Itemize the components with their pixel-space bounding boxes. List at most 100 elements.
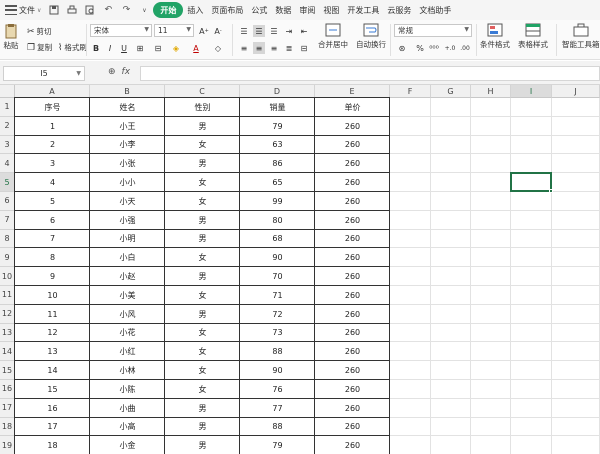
table-cell[interactable]: 男 bbox=[165, 211, 240, 230]
table-cell[interactable]: 小花 bbox=[90, 324, 165, 343]
font-color-icon[interactable]: A bbox=[190, 42, 202, 54]
align-bottom-icon[interactable]: ☰ bbox=[268, 25, 280, 37]
table-cell[interactable]: 13 bbox=[15, 342, 90, 361]
smart-tools-button[interactable]: 智能工具箱 bbox=[562, 23, 600, 50]
table-cell[interactable]: 16 bbox=[15, 399, 90, 418]
row-header-12[interactable]: 12 bbox=[0, 304, 15, 324]
zoom-icon[interactable]: ⊕ bbox=[108, 67, 116, 77]
row-header-16[interactable]: 16 bbox=[0, 380, 15, 399]
table-cell[interactable]: 260 bbox=[315, 324, 390, 343]
row-header-14[interactable]: 14 bbox=[0, 342, 15, 362]
table-cell[interactable]: 小美 bbox=[90, 286, 165, 305]
redo-icon[interactable]: ↷ bbox=[119, 3, 133, 17]
table-cell[interactable]: 260 bbox=[315, 399, 390, 418]
table-cell[interactable]: 女 bbox=[165, 342, 240, 361]
table-cell[interactable]: 5 bbox=[15, 192, 90, 211]
table-cell[interactable]: 小红 bbox=[90, 342, 165, 361]
table-cell[interactable]: 小白 bbox=[90, 248, 165, 267]
clear-format-icon[interactable]: ◇ bbox=[212, 42, 224, 54]
table-cell[interactable]: 76 bbox=[240, 380, 315, 399]
row-header-4[interactable]: 4 bbox=[0, 154, 15, 174]
font-grow-icon[interactable]: A + bbox=[198, 25, 210, 37]
table-cell[interactable]: 260 bbox=[315, 248, 390, 267]
row-header-1[interactable]: 1 bbox=[0, 98, 15, 117]
table-cell[interactable]: 7 bbox=[15, 230, 90, 249]
currency-icon[interactable]: ⊛ bbox=[396, 42, 408, 54]
table-cell[interactable]: 4 bbox=[15, 173, 90, 192]
tab-data[interactable]: 数据 bbox=[271, 2, 295, 18]
align-middle-icon[interactable]: ☰ bbox=[253, 25, 265, 37]
table-cell[interactable]: 小强 bbox=[90, 211, 165, 230]
table-cell[interactable]: 260 bbox=[315, 380, 390, 399]
table-cell[interactable]: 男 bbox=[165, 418, 240, 437]
row-header-18[interactable]: 18 bbox=[0, 417, 15, 437]
table-cell[interactable]: 73 bbox=[240, 324, 315, 343]
table-cell[interactable]: 男 bbox=[165, 230, 240, 249]
wrap-text-button[interactable]: 自动换行 bbox=[356, 23, 386, 50]
copy-button[interactable]: ❐ 复制 bbox=[27, 42, 52, 53]
align-left-icon[interactable]: ≡ bbox=[238, 42, 250, 54]
column-header-f[interactable]: F bbox=[390, 85, 431, 98]
table-cell[interactable]: 65 bbox=[240, 173, 315, 192]
column-header-j[interactable]: J bbox=[552, 85, 600, 98]
table-style-button[interactable]: 表格样式 bbox=[518, 23, 548, 50]
table-cell[interactable]: 12 bbox=[15, 324, 90, 343]
table-cell[interactable]: 90 bbox=[240, 248, 315, 267]
select-all-corner[interactable] bbox=[0, 85, 15, 98]
tab-home[interactable]: 开始 bbox=[153, 2, 184, 18]
row-header-6[interactable]: 6 bbox=[0, 192, 15, 211]
undo-icon[interactable]: ↶ bbox=[101, 3, 115, 17]
table-cell[interactable]: 男 bbox=[165, 436, 240, 454]
increase-decimal-icon[interactable]: +.0 bbox=[444, 42, 456, 54]
table-cell[interactable]: 88 bbox=[240, 342, 315, 361]
print-icon[interactable] bbox=[65, 3, 79, 17]
table-cell[interactable]: 260 bbox=[315, 154, 390, 173]
table-cell[interactable]: 小张 bbox=[90, 154, 165, 173]
table-cell[interactable]: 8 bbox=[15, 248, 90, 267]
border-icon[interactable]: ⊞ bbox=[134, 42, 146, 54]
conditional-format-button[interactable]: 条件格式 bbox=[480, 23, 510, 50]
table-cell[interactable]: 99 bbox=[240, 192, 315, 211]
table-cell[interactable]: 14 bbox=[15, 361, 90, 380]
table-cell[interactable]: 260 bbox=[315, 192, 390, 211]
table-cell[interactable]: 70 bbox=[240, 267, 315, 286]
table-cell[interactable]: 63 bbox=[240, 136, 315, 155]
row-header-9[interactable]: 9 bbox=[0, 248, 15, 268]
table-cell[interactable]: 女 bbox=[165, 286, 240, 305]
table-cell[interactable]: 小高 bbox=[90, 418, 165, 437]
row-header-17[interactable]: 17 bbox=[0, 398, 15, 418]
table-cell[interactable]: 79 bbox=[240, 436, 315, 454]
column-header-i[interactable]: I bbox=[511, 85, 552, 98]
table-cell[interactable]: 男 bbox=[165, 154, 240, 173]
bold-icon[interactable]: B bbox=[90, 42, 102, 54]
table-header-cell[interactable]: 序号 bbox=[15, 98, 90, 117]
table-cell[interactable]: 77 bbox=[240, 399, 315, 418]
table-cell[interactable]: 260 bbox=[315, 117, 390, 136]
table-cell[interactable]: 6 bbox=[15, 211, 90, 230]
align-right-icon[interactable]: ≡ bbox=[268, 42, 280, 54]
tab-developer[interactable]: 开发工具 bbox=[343, 2, 383, 18]
table-cell[interactable]: 71 bbox=[240, 286, 315, 305]
table-cell[interactable]: 小小 bbox=[90, 173, 165, 192]
align-top-icon[interactable]: ☰ bbox=[238, 25, 250, 37]
table-cell[interactable]: 260 bbox=[315, 136, 390, 155]
table-cell[interactable]: 小曲 bbox=[90, 399, 165, 418]
table-cell[interactable]: 2 bbox=[15, 136, 90, 155]
table-cell[interactable]: 17 bbox=[15, 418, 90, 437]
paste-button[interactable]: 粘贴 bbox=[3, 23, 19, 51]
tab-view[interactable]: 视图 bbox=[319, 2, 343, 18]
table-cell[interactable]: 女 bbox=[165, 192, 240, 211]
font-name-select[interactable]: 宋体 ▼ bbox=[90, 24, 152, 37]
tab-review[interactable]: 审阅 bbox=[295, 2, 319, 18]
row-header-11[interactable]: 11 bbox=[0, 286, 15, 305]
cut-button[interactable]: ✂ 剪切 bbox=[27, 26, 52, 37]
table-cell[interactable]: 小天 bbox=[90, 192, 165, 211]
column-header-h[interactable]: H bbox=[471, 85, 511, 98]
tab-insert[interactable]: 插入 bbox=[183, 2, 207, 18]
fx-icon[interactable]: fx bbox=[122, 67, 131, 77]
row-header-10[interactable]: 10 bbox=[0, 267, 15, 286]
underline-icon[interactable]: U bbox=[118, 42, 130, 54]
table-cell[interactable]: 68 bbox=[240, 230, 315, 249]
table-cell[interactable]: 男 bbox=[165, 305, 240, 324]
row-header-2[interactable]: 2 bbox=[0, 116, 15, 136]
